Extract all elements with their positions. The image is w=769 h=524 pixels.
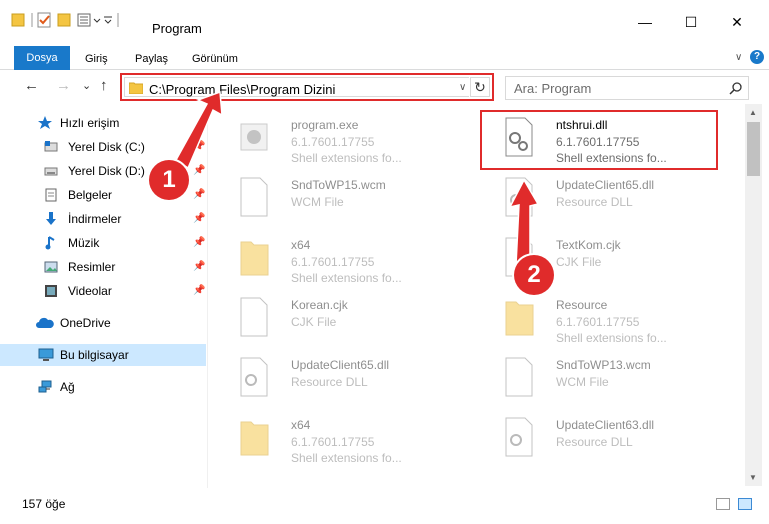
tiles-view-button[interactable] [738, 498, 752, 510]
item-count: 157 öğe [22, 497, 66, 511]
annotation-arrows [175, 90, 540, 266]
details-view-button[interactable] [716, 498, 730, 510]
status-bar: 157 öğe [0, 492, 769, 516]
step-1-marker: 1 [149, 160, 189, 200]
step-2-marker: 2 [514, 255, 554, 295]
